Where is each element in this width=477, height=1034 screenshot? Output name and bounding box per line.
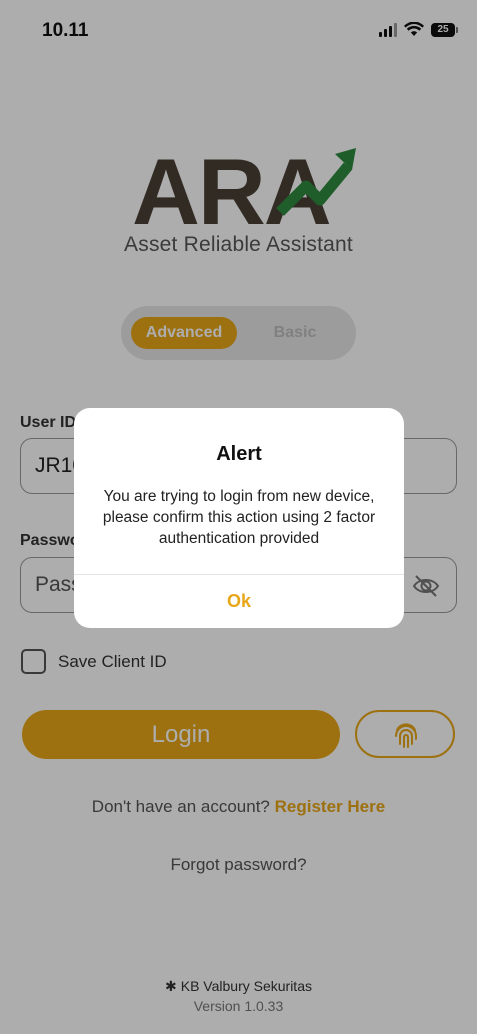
alert-title: Alert	[216, 443, 262, 465]
alert-dialog: Alert You are trying to login from new d…	[74, 408, 404, 628]
alert-ok-button[interactable]: Ok	[74, 575, 404, 628]
alert-message: You are trying to login from new device,…	[102, 488, 376, 547]
